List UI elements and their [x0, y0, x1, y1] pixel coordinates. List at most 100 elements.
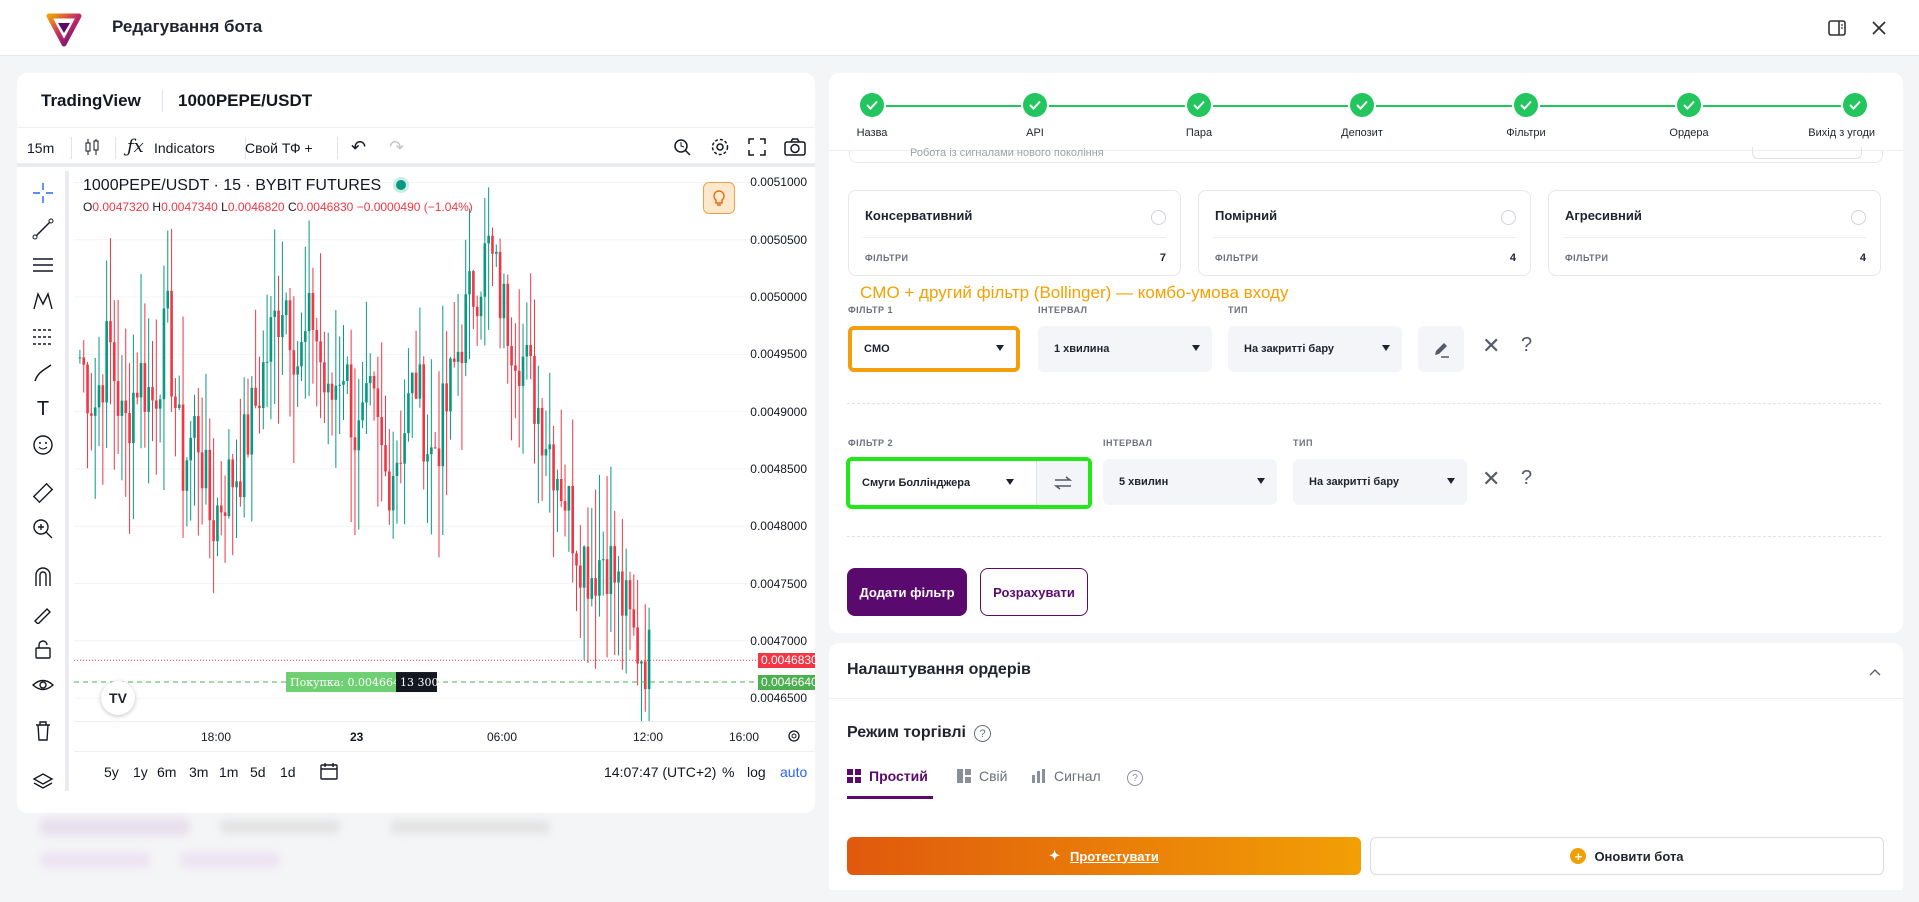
panel-toggle-icon[interactable]	[1822, 13, 1852, 43]
range-5d[interactable]: 5d	[250, 764, 266, 780]
strategy-card-conservative[interactable]: Консервативний ФІЛЬТРИ 7	[848, 190, 1181, 276]
filter1-type-select[interactable]: На закритті бару	[1228, 326, 1402, 372]
tab-simple[interactable]: Простий	[847, 768, 928, 784]
layers-icon[interactable]	[31, 767, 55, 791]
radio-button[interactable]	[1501, 210, 1516, 225]
step-check-icon[interactable]	[1187, 93, 1211, 117]
tradingview-logo-icon[interactable]: TV	[101, 681, 135, 715]
auto-toggle[interactable]: auto	[780, 764, 807, 780]
high-value: 0.0047340	[161, 200, 218, 214]
axis-settings-gear-icon[interactable]	[787, 729, 801, 746]
log-toggle[interactable]: log	[747, 764, 766, 780]
trend-line-icon[interactable]	[31, 217, 55, 241]
chart-header: TradingView 1000PEPE/USDT	[17, 73, 815, 128]
tab-custom[interactable]: Свій	[957, 768, 1007, 784]
redo-icon[interactable]: ↷	[389, 137, 404, 158]
trash-icon[interactable]	[31, 719, 55, 743]
candle-body	[250, 387, 254, 455]
candle-type-icon[interactable]	[83, 137, 101, 160]
swap-arrows-icon[interactable]	[1036, 461, 1088, 505]
add-filter-button[interactable]: Додати фільтр	[847, 568, 967, 616]
lock-drawing-icon[interactable]	[31, 601, 55, 625]
candle-body	[151, 387, 154, 401]
undo-icon[interactable]: ↶	[351, 137, 366, 158]
crosshair-icon[interactable]	[31, 181, 55, 205]
eye-icon[interactable]	[31, 673, 55, 697]
chart-symbol[interactable]: 1000PEPE/USDT	[178, 91, 312, 111]
annotation-text: CMO + другий фільтр (Bollinger) — комбо-…	[860, 283, 1289, 302]
horizontal-lines-icon[interactable]	[31, 253, 55, 277]
lock-icon[interactable]	[31, 637, 55, 661]
percent-toggle[interactable]: %	[722, 764, 734, 780]
step-check-icon[interactable]	[1514, 93, 1538, 117]
low-value: 0.0046820	[227, 200, 285, 214]
candle-body	[479, 296, 483, 317]
calculate-button[interactable]: Розрахувати	[980, 568, 1088, 616]
radio-button[interactable]	[1151, 210, 1166, 225]
candle-body	[365, 383, 368, 403]
calendar-icon[interactable]	[320, 762, 338, 783]
partial-button[interactable]	[1752, 147, 1862, 159]
remove-filter2-close-icon[interactable]: ✕	[1482, 466, 1500, 492]
emoji-icon[interactable]	[31, 433, 55, 457]
candlestick-chart[interactable]: Покупка: 0.004664 13 300	[74, 171, 757, 721]
step-label: Депозит	[1341, 127, 1383, 139]
o-label: O	[83, 200, 93, 214]
filter2-select[interactable]: Смуги Боллінджера	[846, 457, 1092, 509]
alert-icon[interactable]	[672, 137, 692, 160]
step-check-icon[interactable]	[1677, 93, 1701, 117]
settings-gear-icon[interactable]	[710, 137, 730, 160]
interval-button[interactable]: 15m	[27, 140, 54, 156]
step-check-icon[interactable]	[1350, 93, 1374, 117]
filters-count: 7	[1159, 252, 1166, 264]
close-icon[interactable]	[1864, 13, 1894, 43]
filter2-interval-select[interactable]: 5 хвилин	[1103, 459, 1277, 505]
magnet-icon[interactable]	[31, 565, 55, 589]
strategy-card-aggressive[interactable]: Агресивний ФІЛЬТРИ 4	[1548, 190, 1881, 276]
app-logo-icon[interactable]	[46, 11, 82, 47]
indicators-button[interactable]: Indicators	[154, 140, 215, 156]
range-3m[interactable]: 3m	[189, 764, 208, 780]
fullscreen-icon[interactable]	[748, 138, 766, 159]
range-1y[interactable]: 1y	[133, 764, 148, 780]
camera-icon[interactable]	[784, 137, 806, 160]
update-bot-button[interactable]: + Оновити бота	[1370, 837, 1884, 875]
help-icon[interactable]: ?	[974, 725, 991, 742]
lightbulb-icon[interactable]	[703, 182, 735, 214]
filter2-type-select[interactable]: На закритті бару	[1293, 459, 1467, 505]
edit-filter-icon[interactable]	[1418, 326, 1464, 372]
price-label: 0.0051000	[750, 175, 807, 190]
zoom-in-icon[interactable]	[31, 517, 55, 541]
range-6m[interactable]: 6m	[157, 764, 176, 780]
filter1-help-icon[interactable]: ?	[1521, 334, 1532, 357]
brush-icon[interactable]	[31, 361, 55, 385]
custom-tf-button[interactable]: Свой ТФ +	[245, 140, 313, 156]
range-1m[interactable]: 1m	[219, 764, 238, 780]
range-5y[interactable]: 5y	[104, 764, 119, 780]
filter2-help-icon[interactable]: ?	[1521, 467, 1532, 490]
indicators-icon[interactable]: ƒx	[127, 136, 144, 157]
tab-signal[interactable]: Сигнал	[1032, 768, 1101, 784]
fib-icon[interactable]	[31, 325, 55, 349]
filter1-interval-select[interactable]: 1 хвилина	[1038, 326, 1212, 372]
text-tool-icon[interactable]: T	[31, 397, 55, 421]
strategy-card-moderate[interactable]: Помірний ФІЛЬТРИ 4	[1198, 190, 1531, 276]
filter1-select[interactable]: CMO	[848, 326, 1020, 372]
help-icon[interactable]: ?	[1127, 770, 1143, 786]
buy-order-label[interactable]: Покупка: 0.004664 13 300	[286, 672, 439, 693]
range-1d[interactable]: 1d	[280, 764, 296, 780]
candle-body	[430, 447, 433, 455]
chevron-up-icon[interactable]	[1869, 663, 1881, 681]
remove-filter1-close-icon[interactable]: ✕	[1482, 333, 1500, 359]
ruler-icon[interactable]	[31, 481, 55, 505]
step-check-icon[interactable]	[860, 93, 884, 117]
pattern-icon[interactable]	[31, 289, 55, 313]
step-check-icon[interactable]	[1843, 93, 1867, 117]
candle-body	[86, 364, 89, 414]
test-button[interactable]: ✦ Протестувати	[847, 837, 1361, 875]
blurred-region	[30, 814, 570, 876]
candle-body	[174, 396, 177, 409]
step-check-icon[interactable]	[1023, 93, 1047, 117]
radio-button[interactable]	[1851, 210, 1866, 225]
candle-body	[158, 399, 162, 409]
